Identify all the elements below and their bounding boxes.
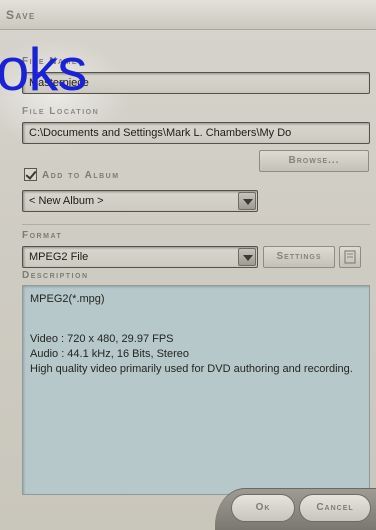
format-label: Format	[22, 230, 63, 241]
dialog-title: Save	[6, 8, 36, 22]
file-location-input[interactable]: C:\Documents and Settings\Mark L. Chambe…	[22, 122, 370, 144]
description-format: MPEG2(*.mpg)	[30, 293, 105, 305]
overlay-text: oks	[0, 36, 87, 103]
document-icon	[344, 250, 356, 264]
album-select-value: < New Album >	[29, 195, 104, 207]
format-select[interactable]: MPEG2 File	[22, 246, 258, 268]
save-dialog: Save File Name Masterpiece File Location…	[0, 0, 376, 530]
description-video: Video : 720 x 480, 29.97 FPS	[30, 333, 174, 345]
album-select[interactable]: < New Album >	[22, 190, 258, 212]
section-divider	[22, 224, 370, 225]
description-label: Description	[22, 270, 89, 281]
chevron-down-icon[interactable]	[238, 192, 256, 210]
file-location-value: C:\Documents and Settings\Mark L. Chambe…	[29, 127, 292, 139]
description-box: MPEG2(*.mpg) Video : 720 x 480, 29.97 FP…	[22, 285, 370, 495]
add-to-album-label: Add to Album	[42, 170, 120, 181]
description-audio: Audio : 44.1 kHz, 16 Bits, Stereo	[30, 348, 189, 360]
settings-button[interactable]: Settings	[263, 246, 335, 268]
info-button[interactable]	[339, 246, 361, 268]
format-select-value: MPEG2 File	[29, 251, 89, 263]
chevron-down-icon[interactable]	[238, 248, 256, 266]
add-to-album-checkbox[interactable]	[24, 168, 37, 181]
dialog-title-bar: Save	[0, 0, 376, 30]
browse-button[interactable]: Browse...	[259, 150, 369, 172]
description-summary: High quality video primarily used for DV…	[30, 363, 353, 375]
ok-button[interactable]: Ok	[231, 494, 295, 522]
file-location-label: File Location	[22, 106, 100, 117]
cancel-button[interactable]: Cancel	[299, 494, 371, 522]
